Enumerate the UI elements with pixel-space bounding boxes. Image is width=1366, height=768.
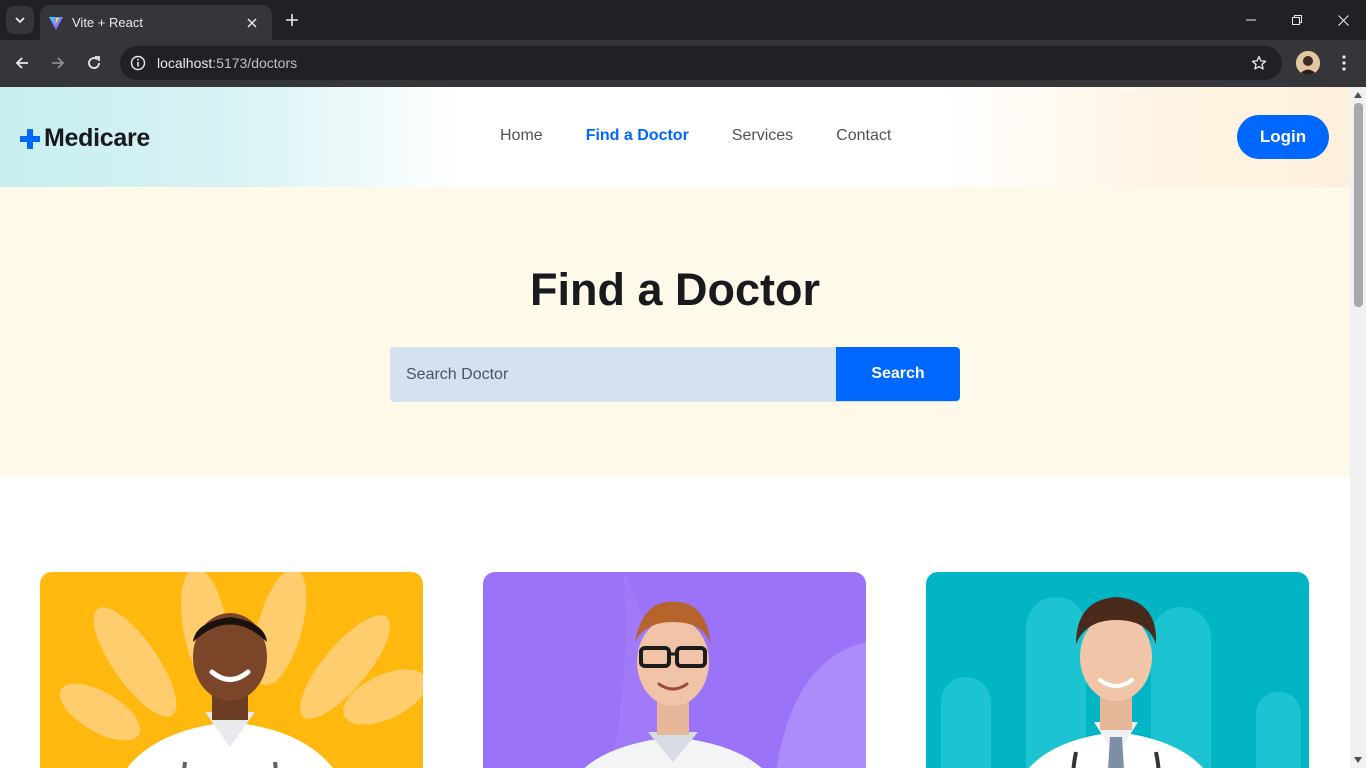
- forward-button[interactable]: [44, 49, 72, 77]
- browser-tab-bar: Vite + React: [0, 0, 1366, 40]
- window-close-button[interactable]: [1320, 0, 1366, 40]
- plus-icon: [286, 14, 298, 26]
- arrow-left-icon: [15, 57, 28, 69]
- url-path: :5173/doctors: [212, 55, 298, 71]
- tab-close-button[interactable]: [242, 13, 262, 33]
- main-nav: Home Find a Doctor Services Contact: [500, 127, 934, 145]
- site-header: Medicare Home Find a Doctor Services Con…: [0, 87, 1350, 187]
- back-button[interactable]: [8, 49, 36, 77]
- login-button[interactable]: Login: [1237, 115, 1329, 159]
- close-icon: [1337, 14, 1349, 26]
- site-info-button[interactable]: [121, 46, 155, 80]
- star-icon: [1251, 55, 1267, 70]
- search-button[interactable]: Search: [836, 347, 960, 401]
- browser-menu-button[interactable]: [1332, 49, 1356, 77]
- chevron-down-icon: [15, 17, 25, 24]
- user-icon: [1296, 51, 1320, 75]
- vite-logo-icon: [49, 16, 63, 30]
- restore-button[interactable]: [1274, 0, 1320, 40]
- scrollbar-thumb[interactable]: [1354, 103, 1363, 307]
- scroll-up-button[interactable]: [1350, 87, 1366, 103]
- minimize-icon: [1246, 19, 1256, 21]
- more-vertical-icon: [1342, 55, 1346, 71]
- info-icon: [130, 55, 146, 71]
- doctor-photo: [483, 572, 866, 768]
- doctor-card[interactable]: [40, 572, 423, 768]
- restore-icon: [1292, 15, 1302, 25]
- nav-services[interactable]: Services: [732, 127, 793, 145]
- address-bar[interactable]: localhost:5173/doctors: [120, 46, 1282, 80]
- nav-find-a-doctor[interactable]: Find a Doctor: [586, 127, 689, 145]
- site-logo[interactable]: Medicare: [20, 124, 150, 153]
- close-icon: [247, 17, 257, 28]
- nav-home[interactable]: Home: [500, 127, 543, 145]
- url-host: localhost: [157, 55, 213, 71]
- search-input[interactable]: [390, 347, 836, 402]
- search-box: Search: [390, 347, 960, 402]
- doctor-photo: [926, 572, 1309, 768]
- browser-tab[interactable]: Vite + React: [40, 5, 272, 40]
- tab-search-button[interactable]: [6, 6, 34, 34]
- browser-toolbar: localhost:5173/doctors: [0, 40, 1366, 87]
- bookmark-button[interactable]: [1242, 46, 1276, 80]
- hero-section: Find a Doctor Search: [0, 187, 1350, 477]
- doctor-card[interactable]: [926, 572, 1309, 768]
- reload-icon: [88, 56, 100, 69]
- page-title: Find a Doctor: [530, 264, 820, 315]
- scroll-down-button[interactable]: [1350, 752, 1366, 768]
- window-controls: [1228, 0, 1366, 40]
- doctor-photo: [40, 572, 423, 768]
- triangle-up-icon: [1354, 92, 1362, 98]
- doctor-card[interactable]: [483, 572, 866, 768]
- logo-text: Medicare: [44, 124, 150, 152]
- page-viewport: Medicare Home Find a Doctor Services Con…: [0, 87, 1350, 768]
- arrow-right-icon: [52, 57, 65, 69]
- url-text: localhost:5173/doctors: [157, 55, 1242, 71]
- reload-button[interactable]: [80, 49, 108, 77]
- tab-title: Vite + React: [72, 15, 143, 30]
- triangle-down-icon: [1354, 757, 1362, 763]
- page-scrollbar[interactable]: [1350, 87, 1366, 768]
- new-tab-button[interactable]: [280, 8, 304, 32]
- nav-contact[interactable]: Contact: [836, 127, 891, 145]
- profile-avatar[interactable]: [1296, 51, 1320, 75]
- minimize-button[interactable]: [1228, 0, 1274, 40]
- medical-cross-icon: [20, 128, 40, 149]
